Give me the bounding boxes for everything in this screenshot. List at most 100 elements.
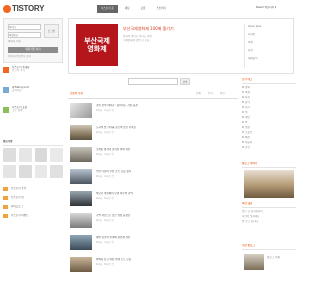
feed-title[interactable]: 도시의 밤 거리를 걸으며 남긴 기록들 — [96, 126, 236, 129]
feed-thumb[interactable] — [70, 125, 92, 140]
right-section-title: 블로그 이야기 — [242, 162, 258, 165]
feed-item[interactable]: 도시의 밤 거리를 걸으며 남긴 기록들 blog · 2시간 전 — [68, 124, 238, 144]
tab-settings[interactable]: 세팅 — [121, 5, 134, 13]
subtab-all[interactable]: 전체 — [196, 92, 201, 95]
top-right-link[interactable]: Daum 커뮤니티 ▾ — [256, 6, 276, 9]
featured-link[interactable]: 디자인 — [248, 33, 261, 41]
login-button[interactable]: 로그인 — [44, 24, 59, 38]
feed-item[interactable]: 새벽 강가의 안개와 물안개 사진 blog · 7시간 전 — [68, 234, 238, 254]
feed-item[interactable]: 주말 나들이 추천 코스 모음 정리 blog · 4시간 전 — [68, 168, 238, 188]
feed-title[interactable]: 가을 산책 이야기 : 깊어가는 가을 풍경 — [96, 104, 236, 107]
side-promo-list: 티스토리 초대장 받으러 가기 @Tistory.com 공지사항 티스토리 포럼 모… — [3, 66, 63, 126]
find-account-link[interactable]: 아이디/비밀번호 찾기 — [8, 55, 31, 58]
feed-item[interactable]: 카메라 들고 떠난 여행 노트 모음 blog · 8시간 전 — [68, 256, 238, 276]
featured-badge[interactable]: 부산국제영화제 — [76, 24, 118, 66]
tab-home[interactable]: 티스토리 홈 — [97, 5, 118, 13]
feed-title[interactable]: 흑백 사진으로 담은 일상 풍경들 — [96, 214, 236, 217]
remember-id[interactable]: 아이디 저장 — [8, 40, 21, 43]
right-divider — [242, 83, 296, 84]
side-link-list: 티스토리 소식 티스토리 팁 라이프로그 티스토리 이벤트 — [3, 184, 63, 220]
avatar[interactable] — [18, 148, 32, 162]
featured-desc-1: 영화의 바다로 떠나는 여행 — [123, 35, 152, 38]
feed-thumb[interactable] — [70, 235, 92, 250]
feed-item[interactable]: 가을 산책 이야기 : 깊어가는 가을 풍경 blog · 1시간 전 — [68, 102, 238, 122]
nav-tabs: 티스토리 홈 세팅 포럼 스킨미미 — [97, 5, 170, 13]
feed-thumb[interactable] — [70, 213, 92, 228]
avatar[interactable] — [34, 148, 48, 162]
tab-recommend[interactable]: 오늘의 추천 — [70, 92, 83, 95]
tistory-logo[interactable]: TISTORY — [3, 3, 44, 14]
login-box: 로그인 아이디 저장 회원가입 하기 아이디/비밀번호 찾기 — [3, 18, 63, 63]
subtab-popular[interactable]: 인기 — [208, 92, 213, 95]
featured-badge-text: 부산국제영화제 — [84, 37, 110, 53]
avatar[interactable] — [34, 164, 48, 178]
logo-text: TISTORY — [12, 4, 45, 13]
story-image[interactable] — [244, 170, 294, 198]
side-link[interactable]: 티스토리 팁 — [3, 193, 63, 202]
feed-meta: blog · 2시간 전 — [96, 131, 114, 134]
feed-thumb[interactable] — [70, 169, 92, 184]
feed-item[interactable]: 바닷가 마을에서 보낸 하루의 기억 blog · 5시간 전 — [68, 190, 238, 210]
feed-title[interactable]: 주말 나들이 추천 코스 모음 정리 — [96, 170, 236, 173]
feed-thumb[interactable] — [70, 147, 92, 162]
feed-title[interactable]: 오래된 성곽과 골목길 여행 사진 — [96, 148, 236, 151]
right-section-title: 추천 블로그 — [242, 244, 255, 247]
side-promo[interactable]: @Tistory.com 공지사항 — [3, 86, 63, 102]
promo-sub: 공지사항 — [12, 89, 22, 92]
signup-button[interactable]: 회원가입 하기 — [8, 47, 58, 53]
subtab-latest[interactable]: 최신 — [220, 92, 225, 95]
side-promo[interactable]: 티스토리 포럼 모두 함께 — [3, 106, 63, 122]
avatar[interactable] — [50, 164, 63, 178]
right-divider — [242, 167, 296, 168]
folder-icon — [3, 195, 8, 200]
right-divider — [242, 249, 296, 250]
side-link[interactable]: 티스토리 소식 — [3, 184, 63, 193]
feed-item[interactable]: 흑백 사진으로 담은 일상 풍경들 blog · 6시간 전 — [68, 212, 238, 232]
side-link[interactable]: 라이프로그 — [3, 202, 63, 211]
side-avatar-grid — [3, 148, 63, 178]
feed-item[interactable]: 오래된 성곽과 골목길 여행 사진 blog · 3시간 전 — [68, 146, 238, 166]
folder-icon — [3, 186, 8, 191]
avatar[interactable] — [3, 148, 16, 162]
featured-headline[interactable]: 부산국제영화제 100배 즐기기 — [123, 26, 174, 32]
feed-thumb[interactable] — [70, 191, 92, 206]
search-bar: 검색 — [68, 78, 238, 86]
folder-icon — [3, 213, 8, 218]
comment-list: 좋은 글 감사합니다 사진이 멋지네요 잘 보고 갑니다 — [242, 210, 296, 225]
search-button[interactable]: 검색 — [180, 78, 190, 85]
right-column: 인기 태그 영화 여행 사진 음악 요리 책 게임 IT 일상 스포츠 패션 자… — [242, 78, 296, 284]
feed-tabbar: 오늘의 추천 전체 인기 최신 — [68, 90, 238, 99]
featured-link[interactable]: 여행 — [248, 41, 261, 49]
avatar[interactable] — [3, 164, 16, 178]
header: TISTORY 티스토리 홈 세팅 포럼 스킨미미 Daum 커뮤니티 ▾ — [0, 0, 299, 17]
featured-link[interactable]: Open Java — [248, 25, 261, 33]
tag-item[interactable]: 건강 — [242, 146, 296, 151]
password-input[interactable] — [8, 32, 41, 38]
comment-item[interactable]: 잘 보고 갑니다 — [242, 220, 296, 225]
feed-meta: blog · 1시간 전 — [96, 109, 114, 112]
feed-title[interactable]: 카메라 들고 떠난 여행 노트 모음 — [96, 258, 236, 261]
avatar[interactable] — [18, 164, 32, 178]
avatar[interactable] — [50, 148, 63, 162]
feed-title[interactable]: 새벽 강가의 안개와 물안개 사진 — [96, 236, 236, 239]
promo-sub: 모두 함께 — [12, 109, 23, 112]
featured-divider — [244, 24, 245, 68]
tab-skin[interactable]: 스킨미미 — [152, 5, 170, 13]
search-input[interactable] — [128, 78, 178, 85]
tab-forum[interactable]: 포럼 — [137, 5, 150, 13]
right-section-title: 인기 태그 — [242, 78, 253, 81]
id-input[interactable] — [8, 24, 41, 30]
side-link[interactable]: 티스토리 이벤트 — [3, 211, 63, 220]
featured-link[interactable]: 사진 — [248, 49, 261, 57]
side-promo[interactable]: 티스토리 초대장 받으러 가기 — [3, 66, 63, 82]
right-divider — [242, 207, 296, 208]
recommended-blog-name[interactable]: 블로그 소개 — [267, 256, 280, 259]
recommended-blog-thumb[interactable] — [244, 254, 264, 270]
feed-meta: blog · 3시간 전 — [96, 153, 114, 156]
featured-desc-2: 국제영화제 관련 글 모음 — [123, 39, 150, 42]
featured-link[interactable]: 세계음식 — [248, 57, 261, 65]
side-divider — [3, 145, 63, 146]
feed-thumb[interactable] — [70, 257, 92, 272]
feed-thumb[interactable] — [70, 103, 92, 118]
feed-title[interactable]: 바닷가 마을에서 보낸 하루의 기억 — [96, 192, 236, 195]
